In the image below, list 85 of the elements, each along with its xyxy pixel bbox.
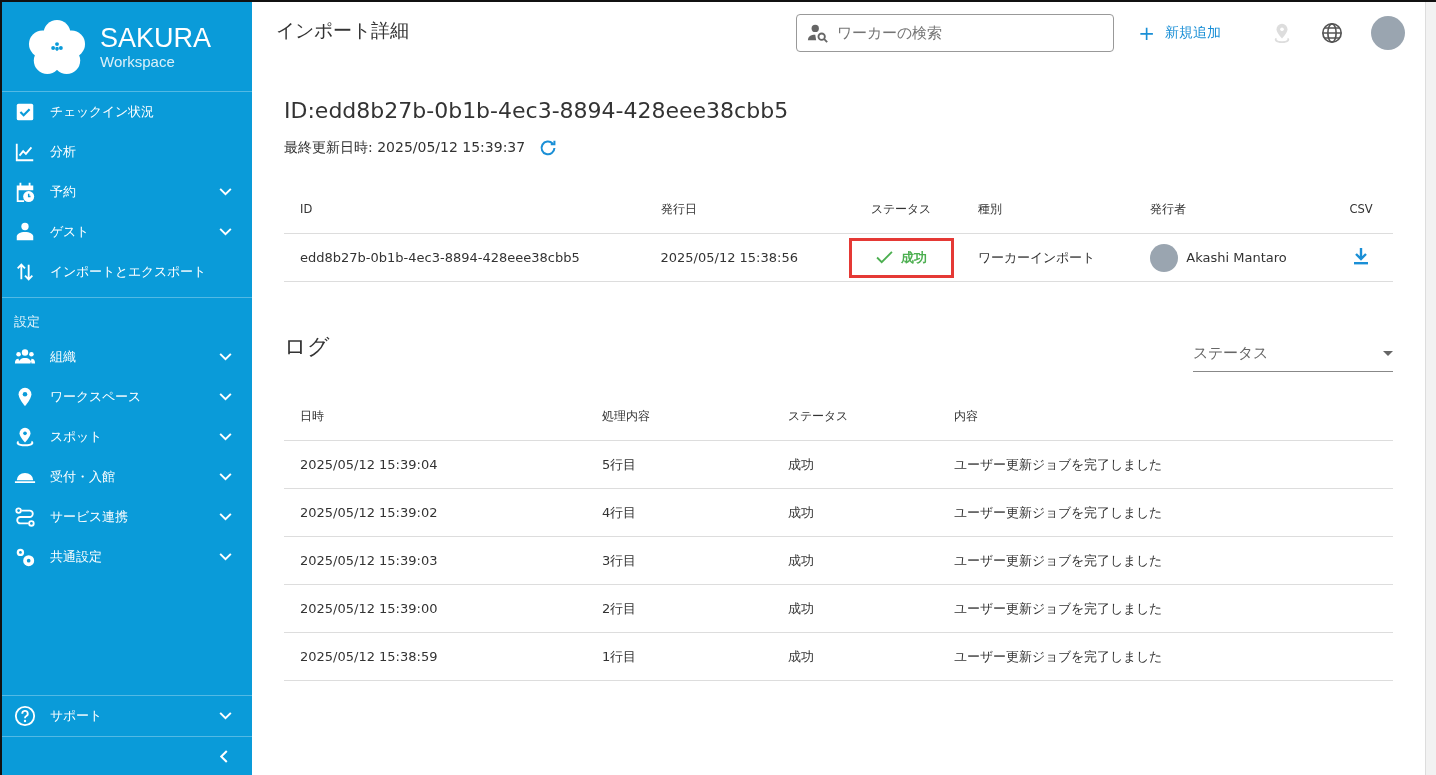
table-cell: 3行目 [602, 552, 637, 568]
table-cell: 2行目 [602, 600, 637, 616]
section-label: 設定 [13, 313, 41, 331]
page-title: インポート詳細 [276, 18, 410, 43]
chevron-down-icon [219, 353, 232, 361]
column-header: ID [300, 202, 313, 216]
brand-name: SAKURA [100, 23, 212, 53]
nav-item[interactable]: 組織 [2, 337, 252, 377]
table-cell: ユーザー更新ジョブを完了しました [954, 600, 1162, 616]
column-header: ステータス [871, 201, 932, 216]
add-new-button[interactable]: + 新規追加 [1134, 17, 1225, 49]
help-icon [14, 705, 36, 727]
table-cell: edd8b27b-0b1b-4ec3-8894-428eee38cbb5 [300, 250, 580, 265]
download-icon[interactable] [1353, 247, 1370, 265]
nav-item[interactable]: 予約 [2, 172, 252, 212]
gears-icon [14, 546, 36, 568]
chevron-down-icon [219, 393, 232, 401]
nav-item[interactable]: 受付・入館 [2, 457, 252, 497]
column-header: 種別 [977, 201, 1002, 216]
table-cell: 成功 [788, 600, 814, 616]
table-cell: 4行目 [602, 504, 637, 520]
log-heading: ログ [284, 333, 330, 361]
table-cell: 1行目 [602, 648, 637, 664]
person-search-icon [807, 22, 830, 44]
chevron-down-icon [219, 188, 232, 196]
checkbox-icon [14, 101, 36, 123]
nav-item[interactable]: サポート [2, 696, 252, 736]
table-cell: 成功 [788, 456, 814, 472]
table-cell: 2025/05/12 15:38:59 [300, 649, 438, 664]
table-cell: 2025/05/12 15:39:04 [300, 457, 438, 472]
flower-logo-icon [28, 17, 86, 76]
up-down-arrows-icon [14, 261, 36, 283]
column-header: 日時 [300, 408, 324, 423]
dropdown-caret-icon [1383, 350, 1393, 356]
chevron-down-icon [219, 553, 232, 561]
calendar-icon [14, 181, 36, 203]
column-header: 処理内容 [602, 408, 650, 423]
table-cell: 成功 [788, 552, 814, 568]
column-header: CSV [1349, 202, 1373, 216]
route-icon [14, 506, 36, 528]
column-header: 発行日 [660, 201, 697, 216]
line-chart-icon [14, 141, 36, 163]
table-cell: 成功 [788, 648, 814, 664]
table-cell: 2025/05/12 15:39:03 [300, 553, 438, 568]
issuer-avatar [1150, 243, 1179, 272]
bell-icon [14, 470, 36, 484]
user-avatar[interactable] [1371, 16, 1405, 50]
column-header: 発行者 [1150, 201, 1187, 216]
chevron-down-icon [219, 473, 232, 481]
table-cell: 2025/05/12 15:38:56 [660, 250, 798, 265]
table-cell: ユーザー更新ジョブを完了しました [954, 456, 1162, 472]
collapse-chevron-icon[interactable] [220, 749, 228, 763]
search-field[interactable]: ワーカーの検索 [796, 14, 1115, 52]
table-cell: 2025/05/12 15:39:00 [300, 601, 438, 616]
nav-item[interactable]: サービス連携 [2, 497, 252, 537]
last-updated-text: 最終更新日時: 2025/05/12 15:39:37 [284, 139, 526, 157]
table-cell: ユーザー更新ジョブを完了しました [954, 648, 1162, 664]
nav-item[interactable]: チェックイン状況 [2, 92, 252, 132]
column-header: 内容 [954, 408, 978, 423]
nav-item[interactable]: 共通設定 [2, 537, 252, 577]
issuer-name: Akashi Mantaro [1186, 250, 1287, 265]
nav-item[interactable]: 分析 [2, 132, 252, 172]
brand-subtitle: Workspace [100, 53, 176, 70]
table-cell: 2025/05/12 15:39:02 [300, 505, 438, 520]
check-icon [875, 251, 893, 264]
chevron-down-icon [219, 513, 232, 521]
import-id-heading: ID:edd8b27b-0b1b-4ec3-8894-428eee38cbb5 [284, 98, 790, 123]
globe-icon[interactable] [1321, 22, 1343, 44]
status-filter-dropdown[interactable]: ステータス [1193, 335, 1393, 372]
status-label: 成功 [848, 237, 954, 278]
chevron-down-icon [219, 228, 232, 236]
nav-item[interactable]: ワークスペース [2, 377, 252, 417]
location-pin-icon [14, 426, 36, 448]
table-cell: 成功 [788, 504, 814, 520]
chevron-down-icon [219, 712, 232, 720]
nav-item[interactable]: ゲスト [2, 212, 252, 252]
person-icon [14, 221, 36, 243]
table-cell: ユーザー更新ジョブを完了しました [954, 552, 1162, 568]
chevron-down-icon [219, 433, 232, 441]
table-cell: ワーカーインポート [977, 249, 1095, 265]
table-cell: ユーザー更新ジョブを完了しました [954, 504, 1162, 520]
nav-item[interactable]: インポートとエクスポート [2, 252, 252, 292]
column-header: ステータス [788, 408, 848, 423]
table-cell: 5行目 [602, 456, 637, 472]
nav-item[interactable]: スポット [2, 417, 252, 457]
